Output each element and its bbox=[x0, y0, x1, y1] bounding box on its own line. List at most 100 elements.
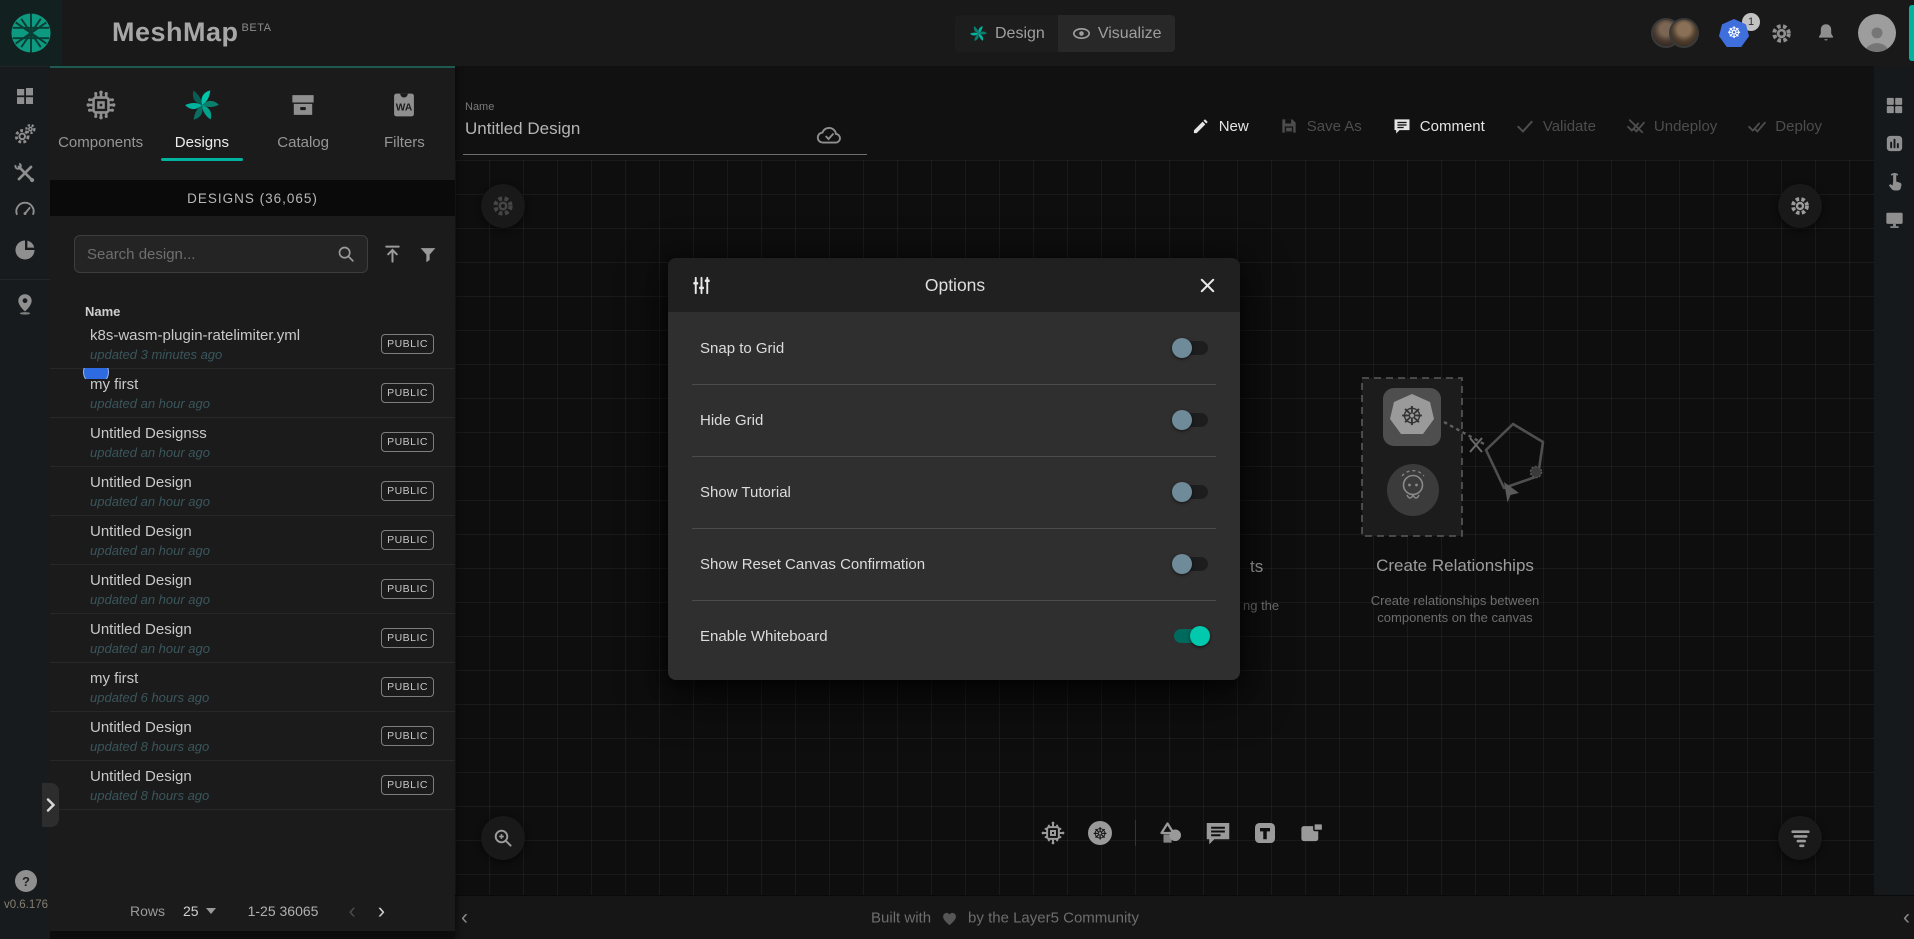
meshery-logo[interactable] bbox=[0, 0, 62, 66]
option-row: Show Reset Canvas Confirmation bbox=[668, 528, 1240, 600]
pencil-icon bbox=[1191, 116, 1211, 136]
prev-page-button[interactable]: ‹ bbox=[348, 901, 355, 921]
toggle-switch[interactable] bbox=[1172, 337, 1210, 359]
zoom-fab[interactable] bbox=[481, 816, 525, 860]
bell-icon[interactable] bbox=[1814, 21, 1838, 45]
design-row[interactable]: Untitled Design updated an hour ago PUBL… bbox=[50, 516, 455, 565]
button-label: Validate bbox=[1543, 118, 1596, 135]
svg-text:☸: ☸ bbox=[1092, 823, 1107, 843]
canvas-dock: ☸ bbox=[1038, 818, 1327, 848]
tab-design[interactable]: Design bbox=[955, 15, 1058, 52]
tab-catalog[interactable]: Catalog bbox=[253, 68, 354, 180]
configuration-tools-icon[interactable] bbox=[13, 161, 38, 186]
deploy-button[interactable]: Deploy bbox=[1747, 116, 1822, 136]
tornado-icon bbox=[1788, 826, 1813, 851]
search-input[interactable] bbox=[87, 246, 335, 263]
dashboard-icon[interactable] bbox=[13, 84, 37, 108]
shapes-icon[interactable] bbox=[1156, 818, 1186, 848]
display-icon[interactable] bbox=[1883, 208, 1906, 231]
list-pagination: Rows 25 1-25 36065 ‹ › bbox=[50, 890, 455, 931]
kubernetes-icon[interactable]: ☸ bbox=[1085, 818, 1115, 848]
design-row[interactable]: my first updated an hour ago PUBLIC bbox=[50, 369, 455, 418]
tornado-fab[interactable] bbox=[1778, 816, 1822, 860]
app-header: MeshMapBETA Design Visualize 1 ☸ bbox=[0, 0, 1914, 66]
tab-filters-label: Filters bbox=[384, 134, 425, 151]
collaborator-avatar-peek bbox=[83, 368, 109, 379]
gear-icon bbox=[490, 193, 516, 219]
filter-funnel-icon[interactable] bbox=[417, 243, 439, 266]
design-row[interactable]: Untitled Design updated 8 hours ago PUBL… bbox=[50, 761, 455, 810]
validate-button[interactable]: Validate bbox=[1515, 116, 1596, 136]
page-range: 1-25 36065 bbox=[248, 903, 319, 919]
search-icon[interactable] bbox=[335, 243, 357, 265]
lifecycle-gears-icon[interactable] bbox=[12, 121, 38, 147]
design-row[interactable]: Untitled Design updated an hour ago PUBL… bbox=[50, 467, 455, 516]
meshmap-pin-icon[interactable] bbox=[13, 292, 38, 317]
footer-collapse-left[interactable]: ‹ bbox=[461, 906, 468, 930]
widgets-icon[interactable] bbox=[1883, 94, 1906, 117]
header-actions: 1 ☸ bbox=[1651, 0, 1896, 66]
toggle-switch[interactable] bbox=[1172, 481, 1210, 503]
design-row[interactable]: my first updated 6 hours ago PUBLIC bbox=[50, 663, 455, 712]
media-icon[interactable] bbox=[1297, 818, 1327, 848]
toggle-knob bbox=[1172, 482, 1192, 502]
empty-state-description: Create relationships between components … bbox=[1315, 592, 1595, 626]
page-size-select[interactable]: 25 bbox=[183, 903, 216, 919]
tab-filters[interactable]: WA Filters bbox=[354, 68, 455, 180]
undeploy-button[interactable]: Undeploy bbox=[1626, 116, 1717, 136]
gear-icon bbox=[1788, 194, 1812, 218]
touch-icon[interactable] bbox=[1883, 170, 1906, 193]
canvas-config-fab[interactable] bbox=[1778, 184, 1822, 228]
upload-icon[interactable] bbox=[381, 242, 404, 266]
drawer-edge[interactable] bbox=[1909, 5, 1914, 61]
tab-visualize[interactable]: Visualize bbox=[1058, 15, 1175, 52]
zoom-in-icon bbox=[491, 826, 515, 850]
option-label: Snap to Grid bbox=[700, 340, 784, 357]
comment-icon[interactable] bbox=[1203, 818, 1233, 848]
metrics-icon[interactable] bbox=[1883, 132, 1906, 155]
components-icon[interactable] bbox=[1038, 818, 1068, 848]
floppy-icon bbox=[1279, 116, 1299, 136]
design-name-input[interactable]: Untitled Design bbox=[465, 119, 580, 139]
design-row[interactable]: Untitled Design updated an hour ago PUBL… bbox=[50, 614, 455, 663]
toggle-knob bbox=[1190, 626, 1210, 646]
canvas-settings-fab[interactable] bbox=[481, 184, 525, 228]
profile-avatar[interactable] bbox=[1858, 14, 1896, 52]
design-row[interactable]: k8s-wasm-plugin-ratelimiter.yml updated … bbox=[50, 320, 455, 369]
panel-expand-handle[interactable] bbox=[42, 783, 59, 827]
next-page-button[interactable]: › bbox=[378, 901, 385, 921]
rail-divider bbox=[0, 279, 50, 280]
options-modal-header: Options bbox=[668, 258, 1240, 312]
performance-gauge-icon[interactable] bbox=[13, 198, 38, 223]
help-button[interactable]: ? bbox=[15, 870, 37, 892]
design-row[interactable]: Untitled Designss updated an hour ago PU… bbox=[50, 418, 455, 467]
components-icon bbox=[82, 86, 120, 124]
toggle-switch[interactable] bbox=[1172, 553, 1210, 575]
text-icon[interactable] bbox=[1250, 818, 1280, 848]
gear-icon[interactable] bbox=[1769, 21, 1794, 46]
tab-visualize-label: Visualize bbox=[1098, 25, 1162, 43]
app-version: v0.6.176 bbox=[0, 899, 52, 911]
canvas-footer: ‹ Built with by the Layer5 Community ‹ bbox=[455, 895, 1914, 939]
design-row[interactable]: Untitled Design updated an hour ago PUBL… bbox=[50, 565, 455, 614]
option-label: Show Reset Canvas Confirmation bbox=[700, 556, 925, 573]
save-as-button[interactable]: Save As bbox=[1279, 116, 1362, 136]
design-row[interactable]: Untitled Design updated 8 hours ago PUBL… bbox=[50, 712, 455, 761]
toggle-switch[interactable] bbox=[1172, 409, 1210, 431]
extensions-icon[interactable] bbox=[12, 237, 38, 263]
kubernetes-context[interactable]: 1 ☸ bbox=[1719, 19, 1749, 47]
comment-icon bbox=[1392, 116, 1412, 136]
search-box[interactable] bbox=[74, 235, 368, 273]
tab-designs[interactable]: Designs bbox=[151, 68, 252, 180]
input-underline bbox=[463, 154, 867, 155]
avatar[interactable] bbox=[1669, 18, 1699, 48]
occluded-card-text: ts bbox=[1250, 557, 1263, 577]
toggle-knob bbox=[1172, 554, 1192, 574]
new-button[interactable]: New bbox=[1191, 116, 1249, 136]
comment-button[interactable]: Comment bbox=[1392, 116, 1485, 136]
collaborator-avatars[interactable] bbox=[1651, 18, 1699, 48]
close-icon[interactable] bbox=[1197, 275, 1218, 296]
toggle-switch[interactable] bbox=[1172, 625, 1210, 647]
tab-components[interactable]: Components bbox=[50, 68, 151, 180]
footer-collapse-right[interactable]: ‹ bbox=[1903, 906, 1910, 930]
